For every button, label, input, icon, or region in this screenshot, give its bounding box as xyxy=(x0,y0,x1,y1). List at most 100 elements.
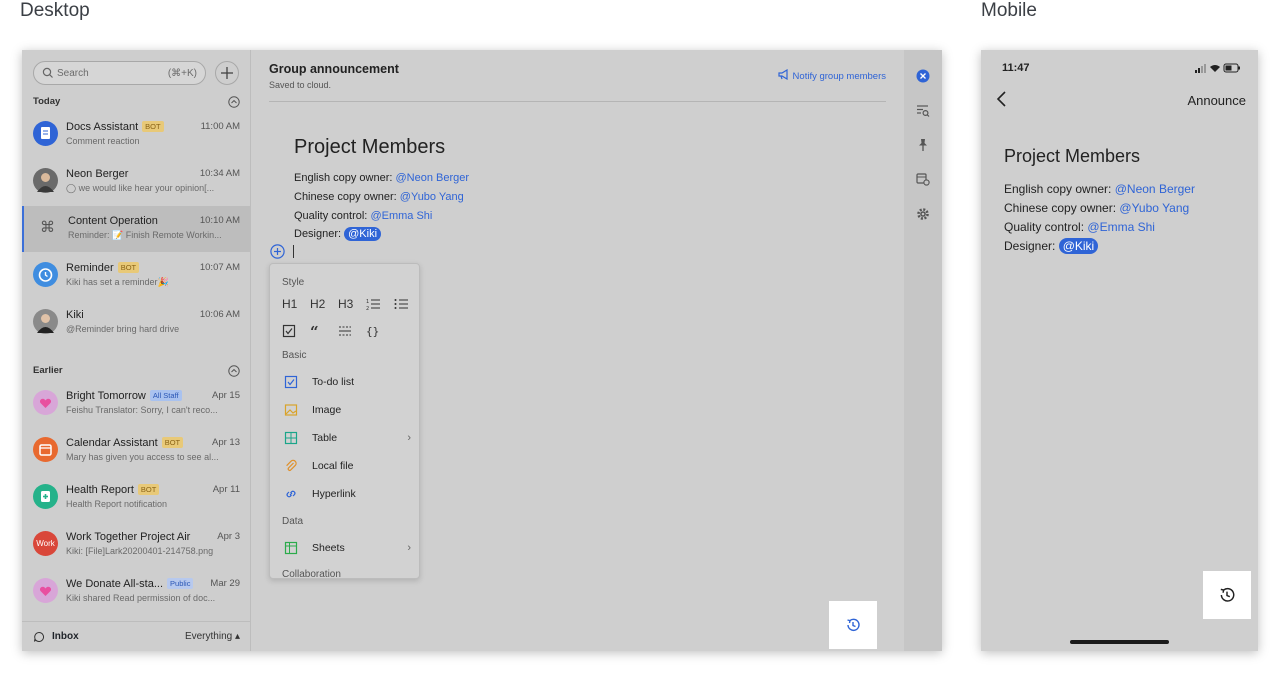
chat-name: Work Together Project Air xyxy=(66,531,191,543)
work-avatar: Work xyxy=(33,531,58,556)
chat-name: Neon Berger xyxy=(66,168,129,180)
mention-selected[interactable]: @Kiki xyxy=(344,227,382,241)
chevron-right-icon: › xyxy=(407,542,411,554)
sheets-icon xyxy=(284,541,298,555)
mention[interactable]: @Yubo Yang xyxy=(400,191,464,203)
doc-line: Quality control: @Emma Shi xyxy=(1004,220,1155,234)
notify-members-button[interactable]: Notify group members xyxy=(777,68,886,82)
chat-preview: Kiki: [File]Lark20200401-214758.png xyxy=(66,546,214,556)
chat-preview: Mary has given you access to see al... xyxy=(66,452,219,462)
heading3-button[interactable]: H3 xyxy=(338,297,353,311)
search-placeholder: Search xyxy=(57,68,89,79)
mention-selected[interactable]: @Kiki xyxy=(1058,238,1099,254)
chat-time: Apr 11 xyxy=(212,484,240,495)
doc-line: Quality control: @Emma Shi xyxy=(294,210,433,222)
close-icon[interactable] xyxy=(916,69,930,83)
filter-dropdown[interactable]: Everything ▴ xyxy=(185,631,240,642)
link-icon xyxy=(286,490,296,498)
chat-item[interactable]: We Donate All-sta... Public Mar 29 Kiki s… xyxy=(22,569,251,615)
menu-item-local-file[interactable]: Local file xyxy=(270,452,419,480)
quote-icon[interactable]: “ xyxy=(310,324,324,338)
doc-icon xyxy=(41,127,50,139)
back-icon[interactable] xyxy=(995,90,1009,108)
mention[interactable]: @Emma Shi xyxy=(1087,220,1155,234)
bullet-list-icon[interactable] xyxy=(394,297,408,311)
chat-item[interactable]: Neon Berger 10:34 AM ◯ we would like hea… xyxy=(22,159,251,205)
mobile-window: 11:47 Announce Project Members English c… xyxy=(981,50,1258,651)
code-block-icon[interactable]: {} xyxy=(366,324,380,338)
chat-time: 10:06 AM xyxy=(199,309,240,320)
menu-item-image[interactable]: Image xyxy=(270,396,419,424)
menu-section-basic: Basic xyxy=(282,350,307,361)
doc-line: Designer: @Kiki xyxy=(1004,238,1099,254)
mention[interactable]: @Neon Berger xyxy=(396,172,470,184)
collapse-today-icon[interactable] xyxy=(228,96,240,108)
heading2-button[interactable]: H2 xyxy=(310,297,325,311)
right-toolbar xyxy=(904,50,942,651)
svg-text:⌘: ⌘ xyxy=(40,218,55,236)
menu-item-table[interactable]: Table › xyxy=(270,424,419,452)
chat-item[interactable]: Reminder BOT 10:07 AM Kiki has set a remi… xyxy=(22,253,251,299)
checkbox-icon[interactable] xyxy=(282,324,296,338)
add-block-icon[interactable] xyxy=(270,244,285,259)
search-input[interactable]: Search (⌘+K) xyxy=(33,61,206,85)
chat-item[interactable]: Bright Tomorrow All Staff Apr 15 Feishu T… xyxy=(22,381,251,427)
search-doc-icon[interactable] xyxy=(916,104,930,118)
heart-icon xyxy=(33,390,58,415)
chat-time: Apr 15 xyxy=(212,390,240,401)
chat-item[interactable]: Kiki 10:06 AM @Reminder bring hard drive xyxy=(22,300,251,346)
health-icon xyxy=(33,484,58,509)
chat-time: 10:07 AM xyxy=(199,262,240,273)
chat-preview: ◯ we would like hear your opinion[... xyxy=(66,183,215,193)
divider-icon[interactable] xyxy=(338,324,352,338)
menu-item-hyperlink[interactable]: Hyperlink xyxy=(270,480,419,508)
gear-icon[interactable] xyxy=(916,207,930,221)
new-chat-button[interactable] xyxy=(215,61,239,85)
mention[interactable]: @Emma Shi xyxy=(370,210,432,222)
chat-name: We Donate All-sta... Public xyxy=(66,578,194,590)
chat-name: Health Report BOT xyxy=(66,484,160,496)
chat-time: Apr 13 xyxy=(212,437,240,448)
earlier-section-label: Earlier xyxy=(33,365,63,376)
menu-item-sheets[interactable]: Sheets › xyxy=(270,534,419,562)
chat-item[interactable]: Work Work Together Project Air Apr 3 Kik… xyxy=(22,522,251,568)
history-button[interactable] xyxy=(1203,571,1251,619)
chat-preview: @Reminder bring hard drive xyxy=(66,324,180,334)
chat-item-active[interactable]: ⌘ Content Operation 10:10 AM Reminder: 📝… xyxy=(22,206,251,252)
chat-item[interactable]: Health Report BOT Apr 11 Health Report no… xyxy=(22,475,251,521)
desktop-window: Search (⌘+K) Today Docs Assistant BOT 11:… xyxy=(22,50,942,651)
chat-preview: Kiki shared Read permission of doc... xyxy=(66,593,216,603)
pin-icon[interactable] xyxy=(916,138,930,152)
table-icon xyxy=(284,431,298,445)
calendar-settings-icon[interactable] xyxy=(916,172,930,186)
status-icons xyxy=(1195,63,1240,73)
sidebar: Search (⌘+K) Today Docs Assistant BOT 11:… xyxy=(22,50,251,651)
command-icon: ⌘ xyxy=(35,215,60,240)
chat-name: Kiki xyxy=(66,309,84,321)
bot-badge: BOT xyxy=(117,262,140,273)
mention[interactable]: @Neon Berger xyxy=(1115,182,1195,196)
avatar xyxy=(33,168,58,193)
megaphone-icon xyxy=(777,68,788,81)
mobile-page-title: Announce xyxy=(1187,93,1246,108)
chat-item[interactable]: Calendar Assistant BOT Apr 13 Mary has gi… xyxy=(22,428,251,474)
history-button[interactable] xyxy=(829,601,877,649)
heart-icon xyxy=(33,578,58,603)
menu-section-data: Data xyxy=(282,516,304,527)
chat-time: 11:00 AM xyxy=(200,121,240,132)
collapse-earlier-icon[interactable] xyxy=(228,365,240,377)
ordered-list-icon[interactable]: 12 xyxy=(366,297,380,311)
menu-section-style: Style xyxy=(282,277,305,288)
chat-preview: Feishu Translator: Sorry, I can't reco..… xyxy=(66,405,218,415)
doc-heading: Project Members xyxy=(294,136,446,158)
all-staff-badge: All Staff xyxy=(149,390,182,401)
doc-line: Designer: @Kiki xyxy=(294,227,382,241)
heading1-button[interactable]: H1 xyxy=(282,297,297,311)
chat-item[interactable]: Docs Assistant BOT 11:00 AM Comment react… xyxy=(22,112,251,158)
mention[interactable]: @Yubo Yang xyxy=(1119,201,1189,215)
chat-name: Docs Assistant BOT xyxy=(66,121,164,133)
menu-item-todo-list[interactable]: To-do list xyxy=(270,368,419,396)
page-title: Group announcement xyxy=(269,62,399,76)
chat-time: 10:34 AM xyxy=(199,168,240,179)
inbox-tab[interactable]: Inbox xyxy=(52,631,79,642)
